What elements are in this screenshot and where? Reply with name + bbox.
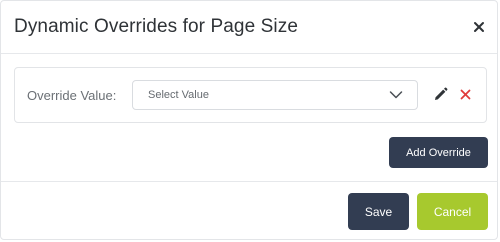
override-row: Override Value: Select Value (14, 67, 487, 123)
cancel-button[interactable]: Cancel (417, 193, 488, 230)
save-button[interactable]: Save (348, 193, 409, 230)
override-value-select[interactable]: Select Value (132, 80, 418, 110)
delete-x-icon[interactable] (460, 89, 471, 100)
pencil-icon[interactable] (433, 87, 448, 102)
footer-divider (1, 181, 497, 182)
add-override-button[interactable]: Add Override (389, 137, 488, 168)
select-placeholder: Select Value (148, 89, 209, 101)
dynamic-overrides-dialog: Dynamic Overrides for Page Size Override… (0, 0, 498, 240)
close-icon[interactable] (470, 18, 488, 36)
dialog-title: Dynamic Overrides for Page Size (14, 16, 298, 37)
chevron-down-icon (389, 91, 403, 99)
override-value-label: Override Value: (27, 88, 117, 103)
dialog-header: Dynamic Overrides for Page Size (1, 1, 497, 54)
